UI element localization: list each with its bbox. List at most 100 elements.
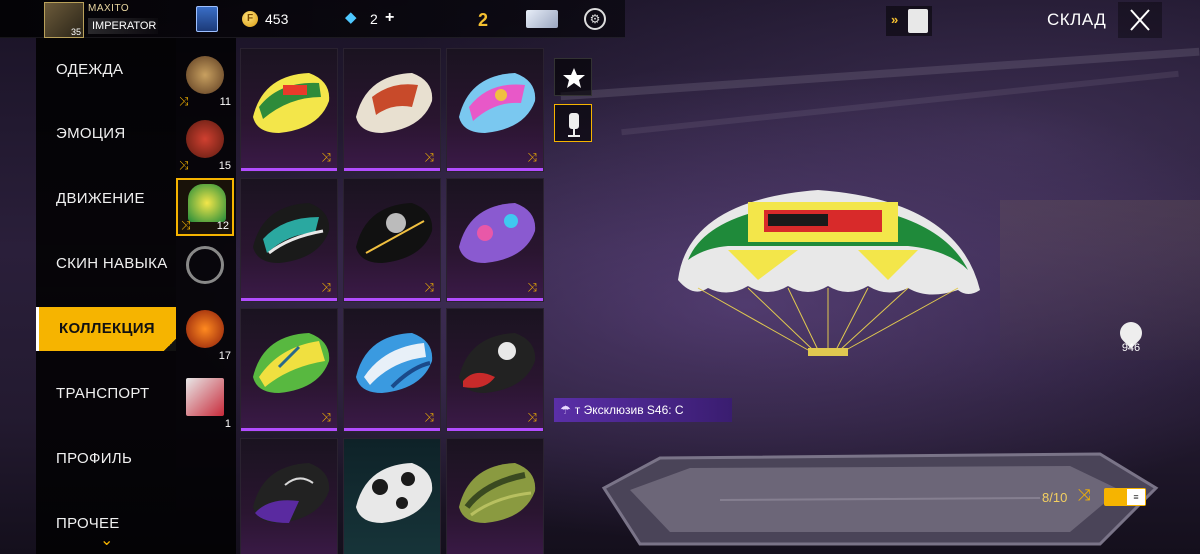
top-bar: 35 MAXITO IMPERATOR F 453 ◆ 2 + 2 ⚙ [0,0,625,38]
shuffle-icon: ⤨ [179,158,189,172]
shuffle-icon: ⤨ [1078,487,1091,504]
chevron-down-icon[interactable]: ⌄ [100,530,113,550]
random-toggle[interactable]: ≡ [1104,488,1146,506]
close-button[interactable] [1118,2,1162,38]
grid-item[interactable] [446,438,544,554]
coin-balance: 453 [265,11,289,27]
rarity-bar [447,298,543,301]
parachute-thumbnail [459,203,536,263]
parachute-preview [678,190,980,356]
nav-item-skill-skin[interactable]: СКИН НАВЫКА [36,242,176,286]
grid-item[interactable]: ⤨ [240,48,338,172]
item-count: 15 [218,160,231,172]
shuffle-icon: ⤨ [181,218,191,232]
shuffle-icon: ⤨ [321,280,331,294]
plane-emblem-icon [186,246,224,284]
level-badge[interactable]: 2 [466,6,500,34]
nav-item-emote[interactable]: ЭМОЦИЯ [36,112,176,156]
grid-item[interactable]: ⤨ [343,178,441,302]
favorite-button[interactable] [554,58,592,96]
close-icon [1130,9,1150,31]
subcategory-fire-trail[interactable]: 17 [176,306,234,364]
grid-item[interactable]: ⤨ [446,48,544,172]
shuffle-icon: ⤨ [424,280,434,294]
subcategory-warrior-helmet[interactable]: ⤨ 15 [176,116,234,174]
shuffle-icon: ⤨ [321,410,331,424]
shuffle-icon: ⤨ [424,410,434,424]
subcategory-parachute[interactable]: ⤨ 12 [176,178,234,236]
parachute-icon [188,184,226,222]
grid-item[interactable]: ⤨ [446,308,544,432]
settings-icon[interactable]: ⚙ [584,8,606,30]
grid-item[interactable]: ⤨ [343,308,441,432]
rarity-bar [447,168,543,171]
shuffle-icon: ⤨ [527,410,537,424]
character-switch-button[interactable]: » [886,6,932,36]
gold-coin-icon: F [242,11,258,27]
avatar-level: 35 [70,27,81,37]
scene-shelf [1000,200,1200,360]
toggle-knob: ≡ [1127,489,1145,505]
nav-item-movement[interactable]: ДВИЖЕНИЕ [36,177,176,221]
player-name: MAXITO [88,3,130,14]
parachute-thumbnail [253,203,330,263]
rank-badge-icon[interactable] [196,6,218,32]
shuffle-icon: ⤨ [321,150,331,164]
item-count: 12 [216,220,229,232]
nav-item-profile[interactable]: ПРОФИЛЬ [36,437,176,481]
item-count: 1 [224,418,231,430]
grid-item[interactable]: ⤨ [240,178,338,302]
parachute-thumbnail [356,203,433,263]
subcategory-character-banner[interactable]: 1 [176,374,234,432]
mannequin-icon [568,113,580,137]
nav-item-collection[interactable]: КОЛЛЕКЦИЯ [36,307,176,351]
parachute-thumbnail [253,463,330,523]
category-nav: ОДЕЖДА ЭМОЦИЯ ДВИЖЕНИЕ СКИН НАВЫКА КОЛЛЕ… [36,38,176,554]
scene-beam [560,47,1200,101]
parachute-thumbnail [356,73,433,133]
grid-item[interactable] [240,438,338,554]
item-name: т Эксклюзив S46: C [574,403,684,417]
nav-item-clothing[interactable]: ОДЕЖДА [36,48,176,92]
grid-item[interactable]: ⤨ [343,48,441,172]
player-rank-title: IMPERATOR [88,18,158,34]
page-title: СКЛАД [1047,10,1107,29]
player-avatar[interactable]: 35 [44,2,84,38]
rarity-bar [447,428,543,431]
subcategory-shield-emblem[interactable]: ⤨ 11 [176,52,234,110]
display-platform [601,452,1159,546]
item-count: 11 [219,96,231,108]
likes-count: 946 [1121,342,1141,354]
rarity-bar [241,428,337,431]
rarity-bar [241,298,337,301]
grid-item[interactable]: ⤨ [240,308,338,432]
character-icon [908,9,928,33]
scene-beam [621,70,1179,136]
parachute-icon: ☂ [560,403,571,417]
subcategory-plane-emblem[interactable] [176,242,234,300]
likes-counter[interactable]: 946 [1114,317,1148,358]
diamond-balance: 2 [370,11,378,27]
add-diamonds-button[interactable]: + [385,9,394,27]
elite-pass-icon[interactable] [526,10,558,28]
nav-item-vehicle[interactable]: ТРАНСПОРТ [36,372,176,416]
double-chevron-icon: » [891,12,899,27]
mannequin-button[interactable] [554,104,592,142]
shield-emblem-icon [186,56,224,94]
shuffle-icon: ⤨ [424,150,434,164]
grid-item[interactable] [343,438,441,554]
parachute-thumbnail [253,73,330,133]
rarity-bar [344,298,440,301]
item-count: 17 [218,350,231,362]
shuffle-icon: ⤨ [527,150,537,164]
star-icon [563,68,585,88]
fire-icon [186,310,224,348]
helmet-icon [186,120,224,158]
parachute-thumbnail [459,463,536,523]
grid-item[interactable]: ⤨ [446,178,544,302]
item-grid: ⤨ ⤨ ⤨ ⤨ ⤨ ⤨ ⤨ ⤨ ⤨ [238,46,546,554]
subcategory-list: ⤨ 11 ⤨ 15 ⤨ 12 17 1 [176,38,236,554]
rarity-bar [241,168,337,171]
parachute-thumbnail [459,73,536,133]
rarity-bar [344,168,440,171]
